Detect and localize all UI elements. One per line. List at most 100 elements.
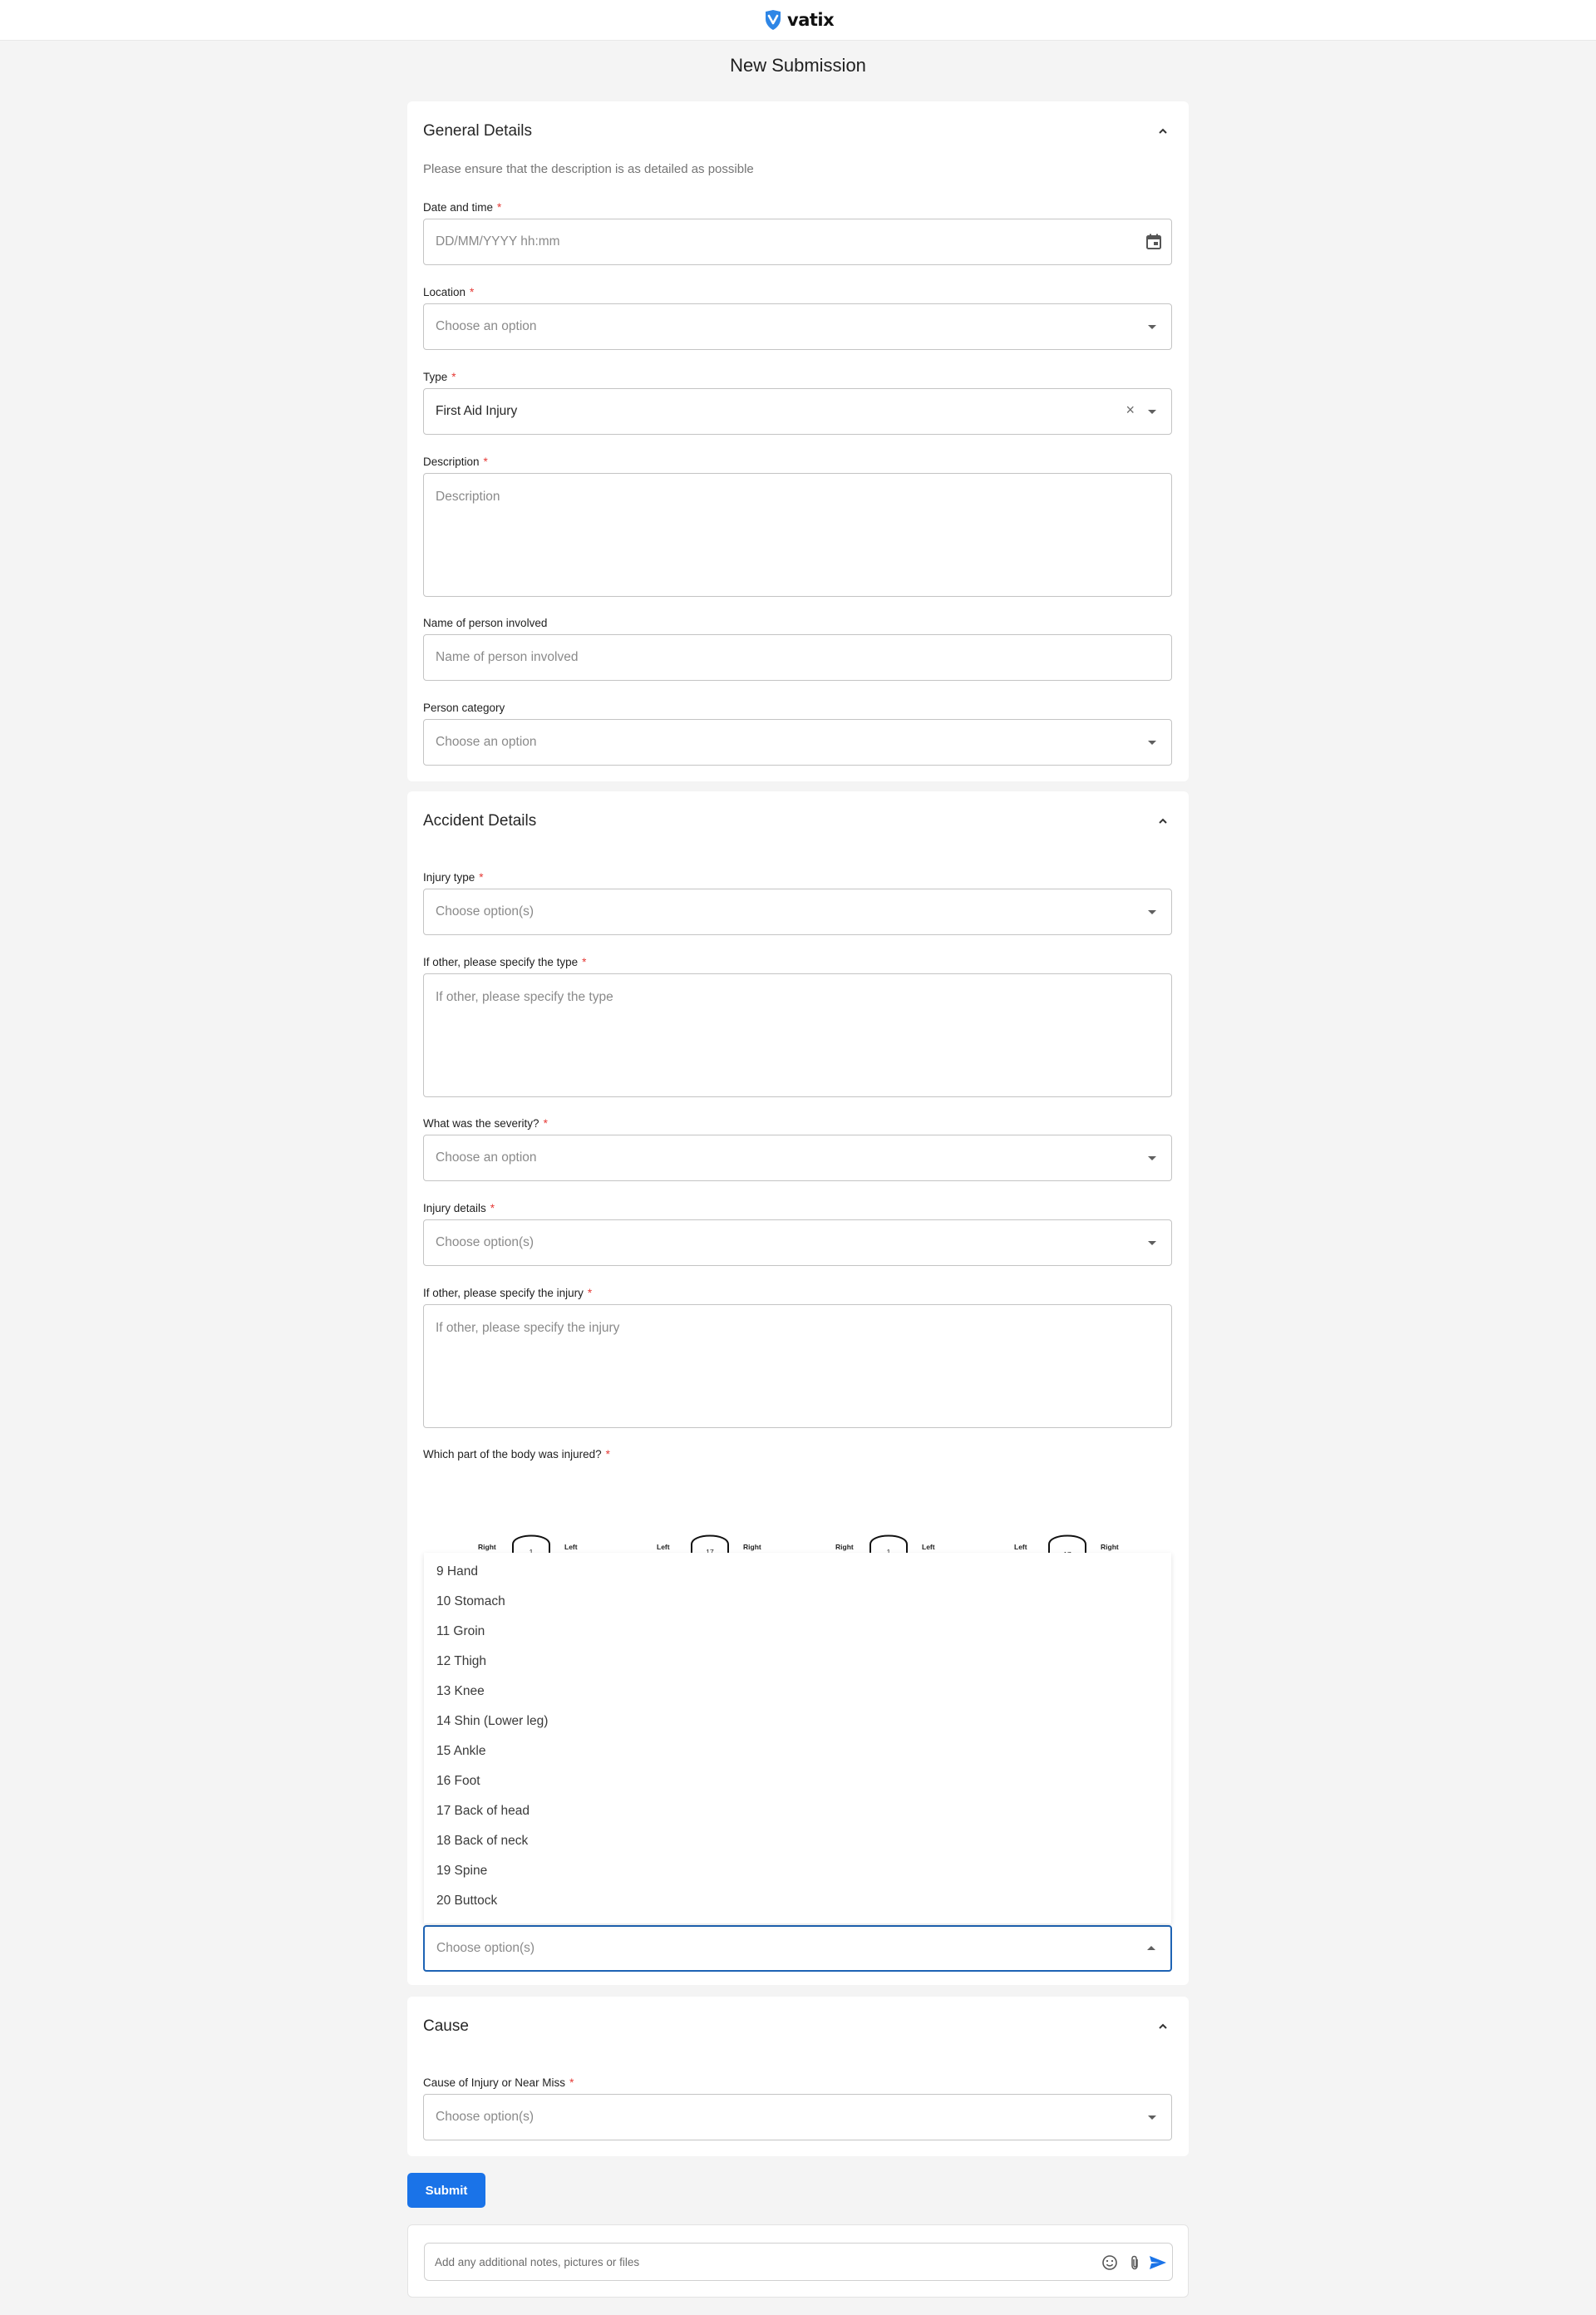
date-time-placeholder: DD/MM/YYYY hh:mm [436, 234, 560, 249]
chevron-down-icon [1148, 325, 1156, 329]
severity-placeholder: Choose an option [436, 1150, 537, 1165]
body-part-label: Which part of the body was injured? * [423, 1448, 610, 1460]
description-label: Description * [423, 456, 488, 468]
calendar-icon[interactable] [1145, 233, 1163, 251]
other-injury-textarea[interactable]: If other, please specify the injury [423, 1304, 1172, 1428]
severity-label: What was the severity? * [423, 1117, 548, 1130]
required-marker: * [582, 956, 587, 968]
chevron-down-icon [1148, 910, 1156, 914]
collapse-cause-button[interactable] [1153, 2017, 1173, 2037]
submit-button[interactable]: Submit [407, 2173, 485, 2208]
body-part-dropdown-list[interactable]: 9 Hand 10 Stomach 11 Groin 12 Thigh 13 K… [424, 1553, 1171, 1923]
body-side-right-label: Right [743, 1543, 761, 1551]
cause-card: Cause Cause of Injury or Near Miss * Choo… [407, 1997, 1189, 2156]
dropdown-option[interactable]: 15 Ankle [436, 1744, 485, 1759]
collapse-accident-button[interactable] [1153, 811, 1173, 831]
body-side-left-label: Right [835, 1543, 854, 1551]
other-injury-label: If other, please specify the injury * [423, 1287, 593, 1299]
required-marker: * [605, 1448, 610, 1460]
injury-type-placeholder: Choose option(s) [436, 904, 534, 919]
body-side-left-label: Left [657, 1543, 670, 1551]
notes-card: Add any additional notes, pictures or fi… [407, 2224, 1189, 2298]
type-label: Type * [423, 371, 456, 383]
location-select[interactable]: Choose an option [423, 303, 1172, 350]
collapse-general-button[interactable] [1153, 121, 1173, 141]
required-marker: * [470, 286, 475, 298]
body-side-left-label: Left [1014, 1543, 1027, 1551]
dropdown-option[interactable]: 19 Spine [436, 1864, 487, 1879]
chevron-down-icon [1148, 1156, 1156, 1160]
accident-details-title: Accident Details [423, 812, 537, 830]
chevron-up-icon [1159, 818, 1167, 824]
cause-title: Cause [423, 2017, 469, 2035]
body-part-select[interactable]: Choose option(s) [423, 1925, 1172, 1972]
emoji-icon[interactable] [1101, 2253, 1119, 2272]
person-name-placeholder: Name of person involved [436, 650, 579, 664]
chevron-down-icon [1148, 410, 1156, 414]
other-type-placeholder: If other, please specify the type [436, 990, 613, 1004]
body-part-placeholder: Choose option(s) [436, 1941, 535, 1955]
general-details-card: General Details Please ensure that the d… [407, 101, 1189, 781]
chevron-down-icon [1148, 1241, 1156, 1245]
person-category-placeholder: Choose an option [436, 735, 537, 749]
dropdown-option[interactable]: 10 Stomach [436, 1594, 505, 1609]
injury-details-label: Injury details * [423, 1202, 495, 1214]
type-value: First Aid Injury [436, 404, 518, 418]
notes-placeholder: Add any additional notes, pictures or fi… [435, 2256, 640, 2268]
dropdown-option[interactable]: 13 Knee [436, 1684, 485, 1699]
dropdown-option[interactable]: 17 Back of head [436, 1804, 530, 1819]
injury-type-select[interactable]: Choose option(s) [423, 889, 1172, 935]
dropdown-option[interactable]: 12 Thigh [436, 1654, 486, 1669]
person-name-label: Name of person involved [423, 617, 548, 629]
chevron-up-icon [1147, 1946, 1155, 1950]
date-time-input[interactable]: DD/MM/YYYY hh:mm [423, 219, 1172, 265]
attachment-icon[interactable] [1126, 2253, 1144, 2272]
description-textarea[interactable]: Description [423, 473, 1172, 597]
person-category-select[interactable]: Choose an option [423, 719, 1172, 766]
other-injury-placeholder: If other, please specify the injury [436, 1321, 620, 1335]
injury-details-select[interactable]: Choose option(s) [423, 1219, 1172, 1266]
vatix-logo[interactable]: vatix [762, 8, 835, 32]
description-hint: Please ensure that the description is as… [423, 162, 754, 176]
send-icon[interactable] [1149, 2253, 1167, 2272]
body-side-left-label: Right [478, 1543, 496, 1551]
chevron-up-icon [1159, 128, 1167, 134]
required-marker: * [490, 1202, 495, 1214]
other-type-textarea[interactable]: If other, please specify the type [423, 973, 1172, 1097]
cause-placeholder: Choose option(s) [436, 2110, 534, 2124]
required-marker: * [543, 1117, 548, 1130]
top-bar: vatix [0, 0, 1596, 41]
cause-label: Cause of Injury or Near Miss * [423, 2076, 574, 2089]
severity-select[interactable]: Choose an option [423, 1135, 1172, 1181]
dropdown-option[interactable]: 18 Back of neck [436, 1834, 528, 1849]
body-side-right-label: Left [922, 1543, 935, 1551]
dropdown-option[interactable]: 9 Hand [436, 1564, 478, 1579]
chevron-down-icon [1148, 741, 1156, 745]
required-marker: * [483, 456, 488, 468]
dropdown-option[interactable]: 16 Foot [436, 1774, 480, 1789]
required-marker: * [497, 201, 502, 214]
chevron-up-icon [1159, 2023, 1167, 2029]
injury-type-label: Injury type * [423, 871, 484, 884]
chevron-down-icon [1148, 2116, 1156, 2120]
type-select[interactable]: First Aid Injury × [423, 388, 1172, 435]
dropdown-option[interactable]: 14 Shin (Lower leg) [436, 1714, 548, 1729]
notes-input[interactable]: Add any additional notes, pictures or fi… [424, 2243, 1173, 2281]
person-category-label: Person category [423, 702, 505, 714]
required-marker: * [569, 2076, 574, 2089]
general-details-title: General Details [423, 122, 532, 140]
dropdown-option[interactable]: 11 Groin [436, 1624, 485, 1639]
location-placeholder: Choose an option [436, 319, 537, 333]
clear-icon[interactable]: × [1126, 401, 1135, 419]
dropdown-option[interactable]: 20 Buttock [436, 1894, 497, 1909]
person-name-input[interactable]: Name of person involved [423, 634, 1172, 681]
body-side-right-label: Right [1101, 1543, 1119, 1551]
cause-select[interactable]: Choose option(s) [423, 2094, 1172, 2140]
shield-logo-icon [766, 10, 781, 30]
injury-details-placeholder: Choose option(s) [436, 1235, 534, 1249]
logo-text: vatix [787, 10, 835, 30]
required-marker: * [451, 371, 456, 383]
required-marker: * [587, 1287, 593, 1299]
required-marker: * [479, 871, 484, 884]
other-type-label: If other, please specify the type * [423, 956, 587, 968]
